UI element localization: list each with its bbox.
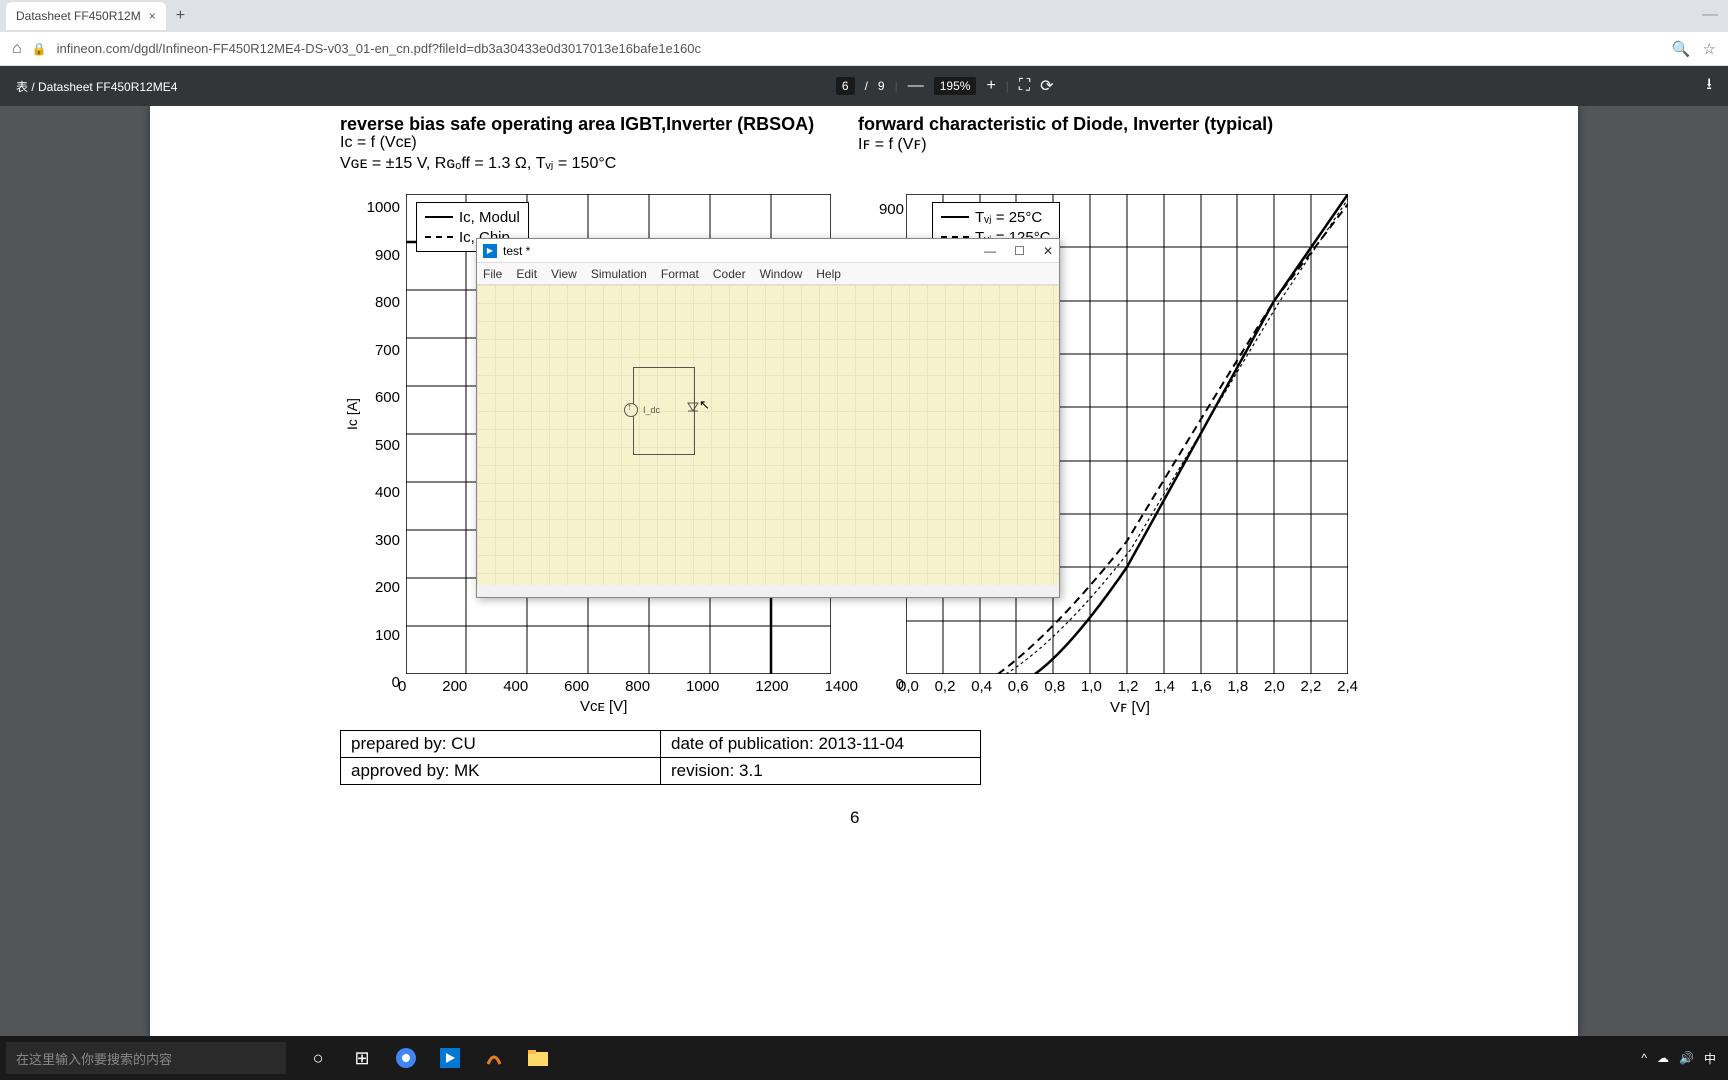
menu-coder[interactable]: Coder xyxy=(713,267,746,281)
zoom-level[interactable]: 195% xyxy=(934,77,977,95)
meta-prepared: prepared by: CU xyxy=(341,731,661,758)
pdf-title: 表 / Datasheet FF450R12ME4 xyxy=(16,78,177,95)
sim-canvas[interactable]: I_dc ↖ xyxy=(477,285,1059,585)
address-bar: ⌂ 🔒 infineon.com/dgdl/Infineon-FF450R12M… xyxy=(0,32,1728,66)
chart-right-title: forward characteristic of Diode, Inverte… xyxy=(858,114,1273,135)
current-source-label: I_dc xyxy=(643,405,660,415)
page-current[interactable]: 6 xyxy=(836,77,855,95)
plecs-icon[interactable] xyxy=(430,1038,470,1078)
sim-menubar: File Edit View Simulation Format Coder W… xyxy=(477,263,1059,285)
zoom-in-button[interactable]: + xyxy=(986,77,995,95)
explorer-icon[interactable] xyxy=(518,1038,558,1078)
meta-table: prepared by: CUdate of publication: 2013… xyxy=(340,730,981,785)
sim-title-text: test * xyxy=(503,244,530,258)
maximize-icon[interactable]: ☐ xyxy=(1014,244,1025,258)
rotate-icon[interactable]: ⟳ xyxy=(1040,76,1053,96)
cortana-icon[interactable]: ○ xyxy=(298,1038,338,1078)
window-minimize-icon[interactable]: — xyxy=(1702,6,1718,24)
tray-chevron-icon[interactable]: ^ xyxy=(1641,1051,1647,1065)
page-number: 6 xyxy=(850,808,859,828)
chart-left-title: reverse bias safe operating area IGBT,In… xyxy=(340,114,814,135)
bookmark-icon[interactable]: ☆ xyxy=(1703,40,1716,58)
volume-icon[interactable]: 🔊 xyxy=(1679,1051,1694,1065)
meta-rev: revision: 3.1 xyxy=(661,758,981,785)
sim-app-icon: ▶ xyxy=(483,244,497,258)
menu-simulation[interactable]: Simulation xyxy=(591,267,647,281)
matlab-icon[interactable] xyxy=(474,1038,514,1078)
onedrive-icon[interactable]: ☁ xyxy=(1657,1051,1669,1065)
chart-right-xticks: 0,00,20,40,60,81,01,21,41,61,82,02,22,4 xyxy=(898,678,1358,695)
chart-left-ylabel: Iᴄ [A] xyxy=(344,398,360,430)
taskbar-search[interactable]: 在这里输入你要搜索的内容 xyxy=(6,1042,286,1074)
zoom-out-button[interactable]: — xyxy=(908,77,924,95)
page-total: 9 xyxy=(878,79,885,93)
pdf-toolbar: 表 / Datasheet FF450R12ME4 6 / 9 | — 195%… xyxy=(0,66,1728,106)
menu-format[interactable]: Format xyxy=(661,267,699,281)
ime-icon[interactable]: 中 xyxy=(1704,1050,1716,1067)
close-icon[interactable]: × xyxy=(149,9,156,23)
menu-help[interactable]: Help xyxy=(816,267,841,281)
task-view-icon[interactable]: ⊞ xyxy=(342,1038,382,1078)
download-icon[interactable]: ⭳ xyxy=(1706,73,1712,100)
menu-edit[interactable]: Edit xyxy=(516,267,537,281)
chart-right-xlabel: Vꜰ [V] xyxy=(1110,698,1150,716)
menu-window[interactable]: Window xyxy=(760,267,803,281)
chart-left-sub2: Vɢᴇ = ±15 V, Rɢₒff = 1.3 Ω, Tᵥⱼ = 150°C xyxy=(340,153,616,173)
cursor-icon: ↖ xyxy=(699,397,710,413)
close-icon[interactable]: ✕ xyxy=(1043,244,1053,258)
browser-tab[interactable]: Datasheet FF450R12M × xyxy=(6,2,166,30)
chart-left-yticks: 10009008007006005004003002001000 xyxy=(360,184,400,707)
sim-titlebar[interactable]: ▶ test * — ☐ ✕ xyxy=(477,239,1059,263)
chart-left-sub1: Iᴄ = f (Vᴄᴇ) xyxy=(340,134,417,152)
chrome-icon[interactable] xyxy=(386,1038,426,1078)
minimize-icon[interactable]: — xyxy=(984,244,996,258)
browser-tab-strip: Datasheet FF450R12M × + — xyxy=(0,0,1728,32)
search-placeholder: 在这里输入你要搜索的内容 xyxy=(16,1049,172,1068)
tab-title: Datasheet FF450R12M xyxy=(16,9,141,23)
home-icon[interactable]: ⌂ xyxy=(12,40,22,58)
zoom-icon[interactable]: 🔍 xyxy=(1672,40,1691,58)
chart-left-xlabel: Vᴄᴇ [V] xyxy=(580,698,627,715)
chart-left-xticks: 0200400600800100012001400 xyxy=(398,678,858,695)
url-text[interactable]: infineon.com/dgdl/Infineon-FF450R12ME4-D… xyxy=(57,41,1662,56)
page-sep: / xyxy=(865,79,868,93)
meta-approved: approved by: MK xyxy=(341,758,661,785)
menu-view[interactable]: View xyxy=(551,267,577,281)
current-source-block[interactable] xyxy=(624,403,638,417)
system-tray: ^ ☁ 🔊 中 xyxy=(1641,1050,1728,1067)
menu-file[interactable]: File xyxy=(483,267,502,281)
simulation-window[interactable]: ▶ test * — ☐ ✕ File Edit View Simulation… xyxy=(476,238,1060,598)
diode-block[interactable] xyxy=(686,401,700,417)
lock-icon: 🔒 xyxy=(32,42,47,56)
new-tab-button[interactable]: + xyxy=(176,7,185,25)
taskbar: 在这里输入你要搜索的内容 ○ ⊞ ^ ☁ 🔊 中 xyxy=(0,1036,1728,1080)
chart-right-sub1: Iꜰ = f (Vꜰ) xyxy=(858,134,927,154)
fit-width-icon[interactable]: ⛶ xyxy=(1019,77,1030,95)
meta-date: date of publication: 2013-11-04 xyxy=(661,731,981,758)
